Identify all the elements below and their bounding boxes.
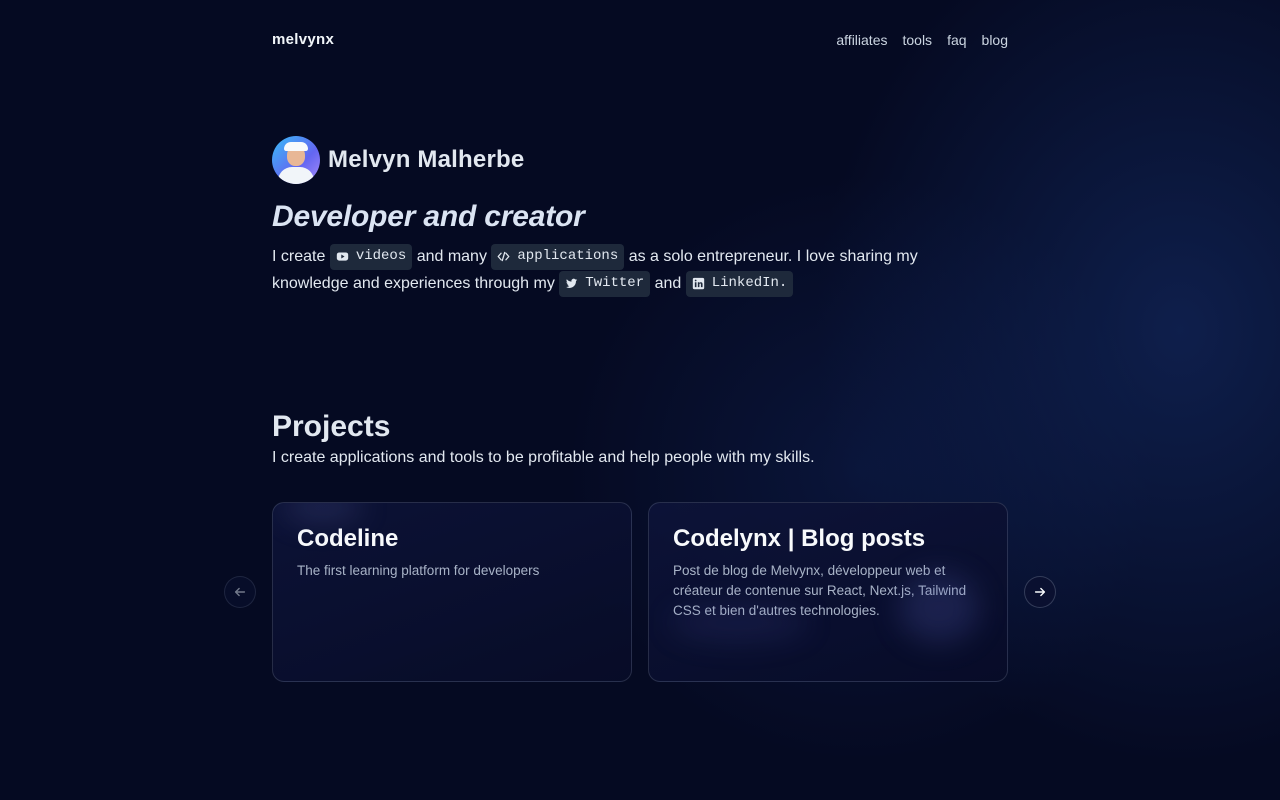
linkedin-chip[interactable]: LinkedIn. xyxy=(685,270,794,297)
applications-chip-label: applications xyxy=(517,248,619,265)
linkedin-chip-label: LinkedIn. xyxy=(711,275,788,292)
linkedin-icon xyxy=(692,278,704,290)
carousel-next-button[interactable] xyxy=(1024,576,1056,608)
twitter-chip-label: Twitter xyxy=(585,275,645,292)
arrow-right-icon xyxy=(1034,587,1046,597)
carousel-prev-button[interactable] xyxy=(224,576,256,608)
hero-identity: Melvyn Malherbe xyxy=(272,136,524,184)
videos-chip[interactable]: videos xyxy=(329,243,413,270)
arrow-left-icon xyxy=(234,587,246,597)
nav-link-affiliates[interactable]: affiliates xyxy=(836,32,887,48)
intro-text-1: I create xyxy=(272,248,326,265)
intro-text-4: and xyxy=(654,275,682,292)
project-card-codelynx[interactable]: Codelynx | Blog posts Post de blog de Me… xyxy=(648,502,1008,682)
code-icon xyxy=(497,252,510,262)
project-card-description: Post de blog de Melvynx, développeur web… xyxy=(673,563,967,618)
avatar xyxy=(272,136,320,184)
main-nav: affiliates tools faq blog xyxy=(836,32,1008,48)
project-card-codeline[interactable]: Codeline The first learning platform for… xyxy=(272,502,632,682)
project-card-title: Codelynx | Blog posts xyxy=(673,525,926,552)
youtube-icon xyxy=(336,252,348,261)
nav-link-blog[interactable]: blog xyxy=(982,32,1008,48)
projects-title: Projects xyxy=(272,410,391,443)
twitter-chip[interactable]: Twitter xyxy=(559,270,651,297)
twitter-icon xyxy=(566,279,578,289)
videos-chip-label: videos xyxy=(355,248,407,265)
site-header: melvynx affiliates tools faq blog xyxy=(272,30,1008,52)
intro-text-2: and many xyxy=(416,248,487,265)
hero-name: Melvyn Malherbe xyxy=(328,146,525,173)
nav-link-tools[interactable]: tools xyxy=(902,32,932,48)
hero-intro: I create videos and many applications as… xyxy=(272,243,952,297)
applications-chip[interactable]: applications xyxy=(491,243,625,270)
nav-link-faq[interactable]: faq xyxy=(947,32,966,48)
project-card-title: Codeline xyxy=(297,525,399,552)
projects-subtitle: I create applications and tools to be pr… xyxy=(272,449,815,466)
site-logo[interactable]: melvynx xyxy=(272,31,334,48)
project-card-description: The first learning platform for develope… xyxy=(297,563,540,578)
hero-tagline: Developer and creator xyxy=(272,200,585,233)
